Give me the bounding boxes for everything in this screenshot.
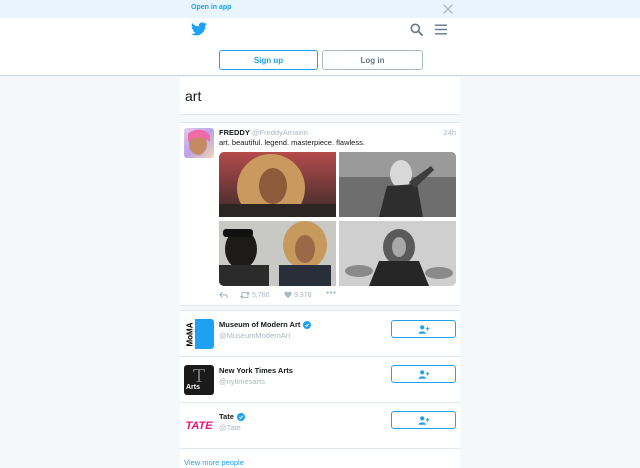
log-in-button[interactable]: Log in — [322, 50, 423, 70]
person-name-text: New York Times Arts — [219, 366, 293, 375]
avatar[interactable] — [184, 128, 214, 158]
person-name[interactable]: Tate — [219, 412, 245, 421]
person-name-text: Museum of Modern Art — [219, 320, 301, 329]
search-icon[interactable] — [410, 23, 423, 36]
nyt-arts-label: Arts — [186, 384, 201, 391]
add-user-icon — [418, 415, 429, 425]
search-query-bar: art — [180, 77, 460, 115]
person-handle: @MuseumModernArt — [219, 331, 291, 340]
person-name[interactable]: New York Times Arts — [219, 366, 293, 375]
search-query: art — [185, 88, 202, 104]
moma-logo-text: MoMA — [185, 322, 195, 347]
add-user-icon — [418, 324, 429, 334]
add-user-icon — [418, 369, 429, 379]
people-results: MoMA Museum of Modern Art @MuseumModernA… — [180, 310, 460, 468]
verified-badge-icon — [236, 412, 245, 421]
reply-button[interactable] — [219, 291, 230, 299]
reply-icon — [219, 291, 228, 298]
open-in-app-banner: Open in app — [0, 0, 640, 18]
tweet-photo[interactable] — [339, 221, 456, 286]
retweet-count: 5,780 — [252, 291, 270, 299]
close-icon[interactable] — [442, 3, 454, 15]
follow-button[interactable] — [391, 320, 456, 338]
sign-up-button[interactable]: Sign up — [219, 50, 318, 70]
person-name-text: Tate — [219, 412, 234, 421]
tweet-author-handle: @FreddyAmazin — [251, 128, 308, 137]
avatar[interactable]: T Arts — [184, 365, 214, 395]
person-handle: @nytimesarts — [219, 377, 265, 386]
list-item[interactable]: T Arts New York Times Arts @nytimesarts — [180, 357, 460, 403]
verified-badge-icon — [303, 320, 312, 329]
tweet-photo[interactable] — [339, 152, 456, 217]
tweet-author[interactable]: FREDDY @FreddyAmazin — [219, 128, 308, 137]
open-in-app-link[interactable]: Open in app — [191, 4, 231, 11]
tweet[interactable]: FREDDY @FreddyAmazin 24h art. beautiful. … — [180, 122, 460, 306]
tweet-actions: 5,780 9,378 — [219, 291, 419, 301]
tweet-timestamp[interactable]: 24h — [443, 128, 456, 137]
list-item[interactable]: MoMA Museum of Modern Art @MuseumModernA… — [180, 311, 460, 357]
list-item[interactable]: TATE Tate @Tate — [180, 403, 460, 449]
tweet-photo[interactable] — [219, 221, 336, 286]
more-icon — [326, 291, 336, 294]
like-button[interactable]: 9,378 — [284, 291, 312, 299]
retweet-button[interactable]: 5,780 — [240, 291, 270, 299]
twitter-bird-icon[interactable] — [191, 22, 207, 36]
more-options-button[interactable] — [326, 291, 338, 294]
view-more-people-link[interactable]: View more people — [184, 458, 244, 467]
retweet-icon — [240, 291, 250, 299]
tweet-photo[interactable] — [219, 152, 336, 217]
follow-button[interactable] — [391, 411, 456, 429]
follow-button[interactable] — [391, 365, 456, 383]
like-count: 9,378 — [294, 291, 312, 299]
tweet-text: art. beautiful. legend. masterpiece. fla… — [219, 138, 365, 147]
person-handle: @Tate — [219, 423, 241, 432]
avatar[interactable]: TATE — [184, 411, 214, 441]
menu-icon[interactable] — [435, 24, 447, 35]
tweet-media-grid[interactable] — [219, 152, 456, 286]
avatar[interactable]: MoMA — [184, 319, 214, 349]
heart-icon — [284, 291, 292, 299]
tweet-author-name: FREDDY — [219, 128, 250, 137]
tate-logo: TATE — [185, 420, 213, 432]
person-name[interactable]: Museum of Modern Art — [219, 320, 312, 329]
header: Sign up Log in — [0, 18, 640, 76]
